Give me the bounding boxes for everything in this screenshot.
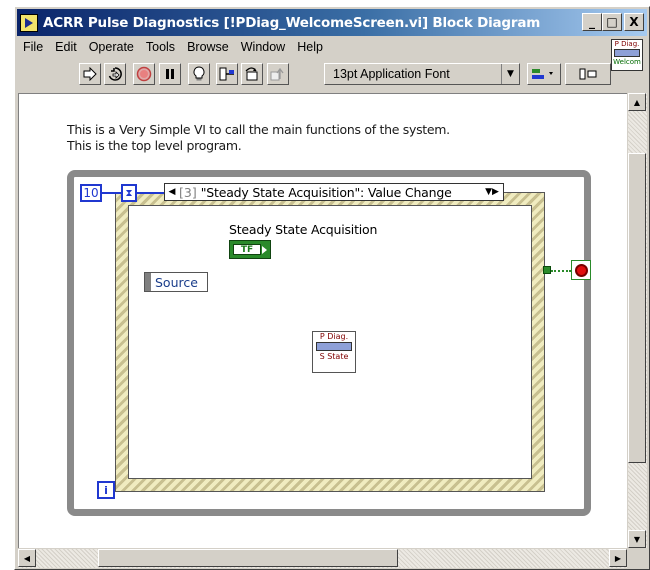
abort-icon xyxy=(136,66,152,82)
timeout-wire[interactable] xyxy=(102,192,121,194)
menu-operate[interactable]: Operate xyxy=(83,40,140,54)
menu-browse[interactable]: Browse xyxy=(181,40,235,54)
retain-wire-values-icon xyxy=(219,67,234,81)
event-case-label: "Steady State Acquisition": Value Change xyxy=(200,184,452,200)
menu-tools[interactable]: Tools xyxy=(140,40,181,54)
distribute-objects-button[interactable] xyxy=(565,63,611,85)
step-out-button[interactable] xyxy=(267,63,289,85)
stop-terminal[interactable] xyxy=(571,260,591,280)
run-button[interactable] xyxy=(79,63,101,85)
pause-button[interactable] xyxy=(159,63,181,85)
step-into-icon xyxy=(245,67,258,81)
boolean-terminal-text: TF xyxy=(233,244,261,255)
maximize-button[interactable]: □ xyxy=(602,13,622,31)
title-bar[interactable]: ACRR Pulse Diagnostics [!PDiag_WelcomeSc… xyxy=(17,9,647,36)
boolean-terminal[interactable]: TF xyxy=(229,240,271,259)
labview-app-icon[interactable] xyxy=(20,13,38,32)
event-wire[interactable] xyxy=(137,192,165,194)
run-continuously-button[interactable] xyxy=(104,63,126,85)
abort-button[interactable] xyxy=(133,63,155,85)
run-arrow-icon xyxy=(83,67,97,81)
vertical-scrollbar[interactable]: ▲ ▼ xyxy=(628,93,647,548)
subvi-bottom-text: S State xyxy=(319,352,349,361)
event-data-node[interactable]: Source xyxy=(144,272,208,292)
boolean-wire[interactable] xyxy=(551,270,571,272)
terminal-arrow-icon xyxy=(262,246,267,254)
labview-window: ACRR Pulse Diagnostics [!PDiag_WelcomeSc… xyxy=(14,6,650,570)
toolbar: 13pt Application Font ▼ xyxy=(17,59,613,91)
highlight-execution-button[interactable] xyxy=(188,63,210,85)
scroll-left-button[interactable]: ◀ xyxy=(18,549,36,567)
minimize-button[interactable]: _ xyxy=(582,13,602,31)
event-data-node-bar xyxy=(145,273,151,291)
subvi-top-text: P Diag. xyxy=(319,332,349,341)
stop-icon xyxy=(574,263,588,277)
subvi-graphic xyxy=(316,342,352,351)
step-out-icon xyxy=(270,67,284,81)
block-diagram-canvas[interactable]: This is a Very Simple VI to call the mai… xyxy=(18,93,627,548)
pause-icon xyxy=(166,69,174,79)
diagram-comment[interactable]: This is a Very Simple VI to call the mai… xyxy=(67,122,450,154)
align-objects-icon xyxy=(532,69,553,79)
step-into-button[interactable] xyxy=(241,63,263,85)
subvi-steady-state[interactable]: P Diag. S State xyxy=(312,331,356,373)
vi-icon-bottom-text: Welcom xyxy=(613,58,641,66)
menu-bar: File Edit Operate Tools Browse Window He… xyxy=(17,37,329,57)
vertical-scroll-thumb[interactable] xyxy=(628,153,646,463)
case-menu-arrow-icon[interactable]: ▼▶ xyxy=(481,187,503,197)
event-case-index: [3] xyxy=(179,184,197,200)
timeout-constant[interactable]: 10 xyxy=(80,184,102,202)
comment-line-1: This is a Very Simple VI to call the mai… xyxy=(67,122,450,137)
comment-line-2: This is the top level program. xyxy=(67,138,242,153)
control-label[interactable]: Steady State Acquisition xyxy=(229,222,377,237)
event-case-selector[interactable]: ◀ [3] "Steady State Acquisition": Value … xyxy=(164,183,504,201)
menu-help[interactable]: Help xyxy=(291,40,329,54)
boolean-tunnel[interactable] xyxy=(543,266,551,274)
hourglass-icon[interactable]: ⧗ xyxy=(121,184,137,202)
chevron-down-icon[interactable]: ▼ xyxy=(501,64,519,84)
horizontal-scrollbar[interactable]: ◀ ▶ xyxy=(18,549,627,568)
close-button[interactable]: X xyxy=(624,13,644,31)
align-objects-button[interactable] xyxy=(527,63,561,85)
scroll-right-button[interactable]: ▶ xyxy=(609,549,627,567)
scroll-down-button[interactable]: ▼ xyxy=(628,530,646,548)
font-dropdown[interactable]: 13pt Application Font ▼ xyxy=(324,63,520,85)
menu-file[interactable]: File xyxy=(17,40,49,54)
menu-edit[interactable]: Edit xyxy=(49,40,83,54)
menu-window[interactable]: Window xyxy=(235,40,291,54)
run-continuously-icon xyxy=(108,67,122,81)
window-title: ACRR Pulse Diagnostics [!PDiag_WelcomeSc… xyxy=(43,14,541,31)
window-controls: _ □ X xyxy=(582,13,644,31)
scroll-up-button[interactable]: ▲ xyxy=(628,93,646,111)
iteration-terminal[interactable]: i xyxy=(97,481,115,499)
decrement-arrow-icon[interactable]: ◀ xyxy=(165,187,179,197)
horizontal-scroll-thumb[interactable] xyxy=(98,549,398,567)
vi-connector-icon[interactable]: P Diag. Welcom xyxy=(611,39,643,71)
vi-icon-top-text: P Diag. xyxy=(614,40,640,48)
source-label: Source xyxy=(155,274,198,290)
font-dropdown-value: 13pt Application Font xyxy=(333,67,450,81)
resize-grip[interactable] xyxy=(628,549,647,568)
retain-wire-values-button[interactable] xyxy=(216,63,238,85)
vi-icon-graphic xyxy=(614,49,640,57)
lightbulb-icon xyxy=(193,66,205,81)
distribute-objects-icon xyxy=(579,68,597,80)
